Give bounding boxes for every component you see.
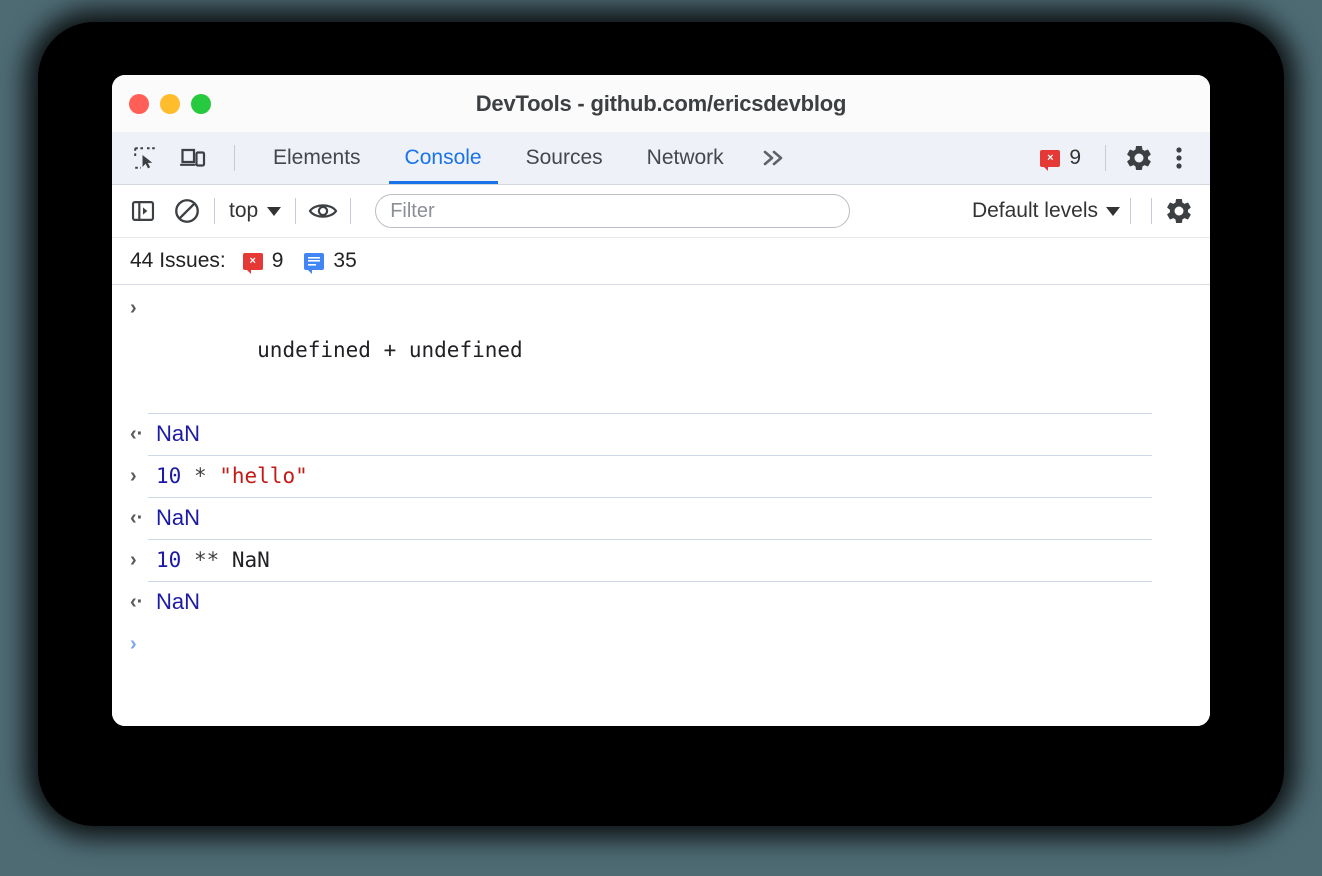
close-window-button[interactable] — [129, 94, 149, 114]
device-toolbar-icon[interactable] — [176, 141, 210, 175]
tab-bar-left-tools — [112, 132, 245, 184]
gear-icon[interactable] — [1122, 141, 1156, 175]
input-marker-icon: › — [130, 539, 156, 581]
traffic-lights — [129, 94, 211, 114]
console-input-code: undefined + undefined — [156, 287, 523, 413]
devtools-tab-bar: Elements Console Sources Network × 9 — [112, 132, 1210, 185]
tab-console-label: Console — [405, 146, 482, 170]
tab-elements-label: Elements — [273, 146, 361, 170]
tab-sources[interactable]: Sources — [504, 132, 625, 184]
console-result-value: NaN — [156, 581, 200, 623]
kebab-menu-icon[interactable] — [1162, 141, 1196, 175]
console-toolbar-divider-2 — [295, 198, 296, 224]
console-toolbar-divider-5 — [1151, 198, 1152, 224]
input-marker-icon: › — [130, 287, 156, 329]
input-marker-icon: › — [130, 455, 156, 497]
execution-context-label: top — [229, 199, 258, 223]
issues-count-label: 44 Issues: — [130, 249, 226, 273]
issues-error-count: 9 — [272, 249, 284, 273]
console-input-code: 10 * "hello" — [156, 455, 308, 497]
maximize-window-button[interactable] — [191, 94, 211, 114]
console-result-value: NaN — [156, 497, 200, 539]
log-levels-label: Default levels — [972, 199, 1098, 223]
console-input-code: 10 ** NaN — [156, 539, 270, 581]
console-input-row[interactable]: › 10 ** NaN — [112, 539, 1210, 581]
console-toolbar-divider-3 — [350, 198, 351, 224]
clear-console-icon[interactable] — [170, 194, 204, 228]
eye-icon[interactable] — [306, 194, 340, 228]
console-output[interactable]: › undefined + undefined ‹· NaN › 10 * "h… — [112, 285, 1210, 726]
tab-console[interactable]: Console — [383, 132, 504, 184]
tab-network-label: Network — [647, 146, 724, 170]
info-bubble-icon — [304, 253, 324, 270]
console-output-row[interactable]: ‹· NaN — [112, 497, 1210, 539]
output-marker-icon: ‹· — [130, 497, 156, 539]
inspect-element-icon[interactable] — [128, 141, 162, 175]
execution-context-dropdown[interactable]: top — [225, 199, 285, 223]
console-toolbar-divider-1 — [214, 198, 215, 224]
console-input-row[interactable]: › undefined + undefined — [112, 287, 1210, 413]
console-input-row[interactable]: › 10 * "hello" — [112, 455, 1210, 497]
prompt-marker-icon: › — [130, 623, 156, 665]
output-marker-icon: ‹· — [130, 581, 156, 623]
devtools-tabs: Elements Console Sources Network — [251, 132, 804, 184]
tab-sources-label: Sources — [526, 146, 603, 170]
console-prompt-row[interactable]: › — [112, 623, 1210, 665]
tab-network[interactable]: Network — [625, 132, 746, 184]
more-tabs-chevron-icon[interactable] — [746, 132, 804, 184]
error-count-value: 9 — [1069, 146, 1081, 170]
tab-bar-right-tools: × 9 — [1032, 132, 1210, 184]
title-bar: DevTools - github.com/ericsdevblog — [112, 75, 1210, 132]
output-marker-icon: ‹· — [130, 413, 156, 455]
console-toolbar: top Default levels — [112, 185, 1210, 238]
chevron-down-icon — [267, 207, 281, 216]
error-bubble-icon: × — [1040, 150, 1060, 167]
console-result-value: NaN — [156, 413, 200, 455]
issues-info-item[interactable]: 35 — [304, 249, 356, 273]
console-toolbar-divider-4 — [1130, 198, 1131, 224]
issues-error-item[interactable]: × 9 — [243, 249, 284, 273]
filter-input[interactable] — [375, 194, 850, 228]
console-toolbar-right: Default levels — [954, 194, 1196, 228]
console-output-row[interactable]: ‹· NaN — [112, 413, 1210, 455]
tab-bar-divider — [234, 145, 235, 171]
issues-bar[interactable]: 44 Issues: × 9 35 — [112, 238, 1210, 285]
devtools-window: DevTools - github.com/ericsdevblog — [112, 75, 1210, 726]
log-levels-dropdown[interactable]: Default levels — [972, 199, 1120, 223]
console-sidebar-icon[interactable] — [126, 194, 160, 228]
error-count-button[interactable]: × 9 — [1032, 146, 1089, 170]
error-bubble-icon: × — [243, 253, 263, 270]
console-settings-gear-icon[interactable] — [1162, 194, 1196, 228]
minimize-window-button[interactable] — [160, 94, 180, 114]
issues-info-count: 35 — [333, 249, 356, 273]
console-output-row[interactable]: ‹· NaN — [112, 581, 1210, 623]
tab-bar-right-divider — [1105, 145, 1106, 171]
chevron-down-icon — [1106, 207, 1120, 216]
window-title: DevTools - github.com/ericsdevblog — [112, 91, 1210, 117]
tab-elements[interactable]: Elements — [251, 132, 383, 184]
